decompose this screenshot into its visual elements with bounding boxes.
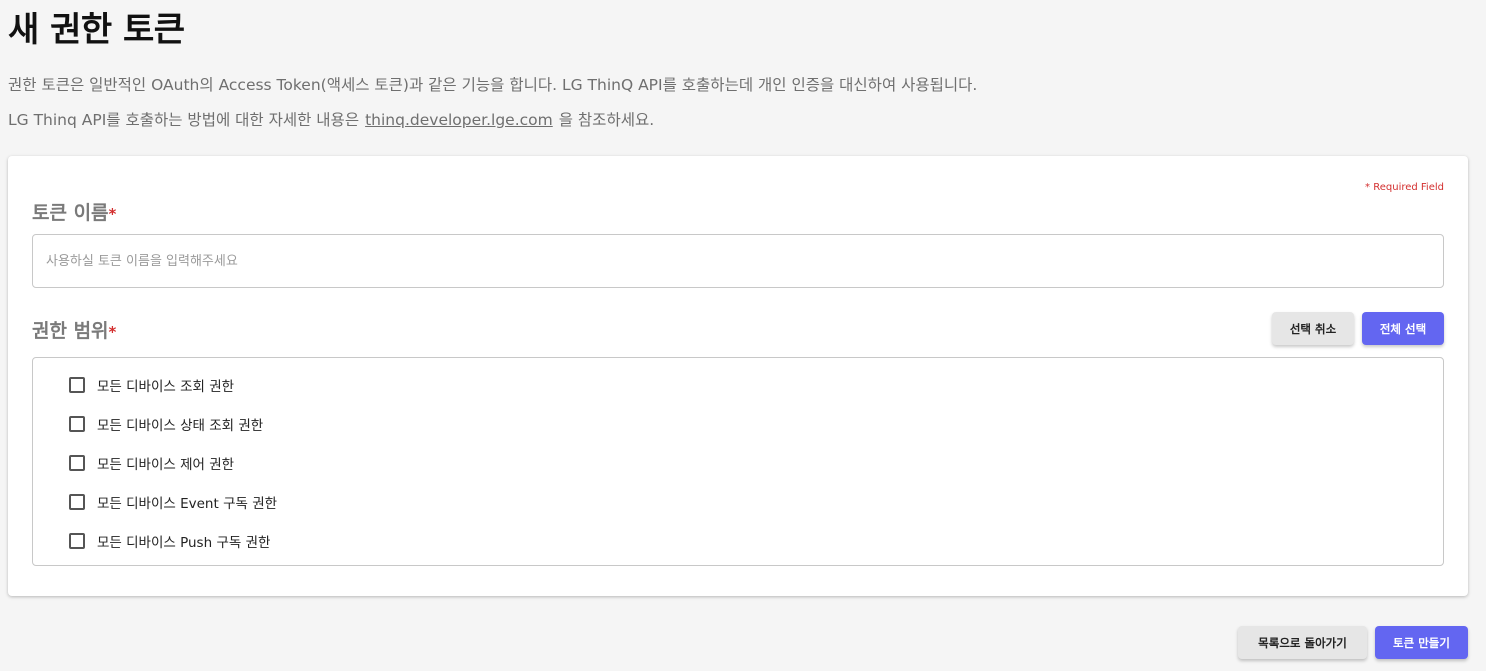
scope-item-label: 모든 디바이스 Push 구독 권한 — [97, 535, 271, 551]
checkbox[interactable] — [69, 416, 85, 432]
checkbox[interactable] — [69, 494, 85, 510]
docs-suffix: 을 참조하세요. — [558, 111, 655, 129]
token-name-input[interactable] — [32, 234, 1444, 288]
scope-item-label: 모든 디바이스 상태 조회 권한 — [97, 418, 264, 434]
page-description-docs: LG Thinq API를 호출하는 방법에 대한 자세한 내용은 thinq.d… — [8, 108, 654, 130]
scope-item-label: 모든 디바이스 조회 권한 — [97, 379, 235, 395]
checkbox[interactable] — [69, 533, 85, 549]
scope-label-text: 권한 범위 — [32, 320, 109, 342]
scope-item-push-subscribe[interactable]: 모든 디바이스 Push 구독 권한 — [69, 531, 270, 551]
create-token-button[interactable]: 토큰 만들기 — [1375, 626, 1468, 659]
scope-item-event-subscribe[interactable]: 모든 디바이스 Event 구독 권한 — [69, 492, 277, 512]
token-name-label: 토큰 이름* — [32, 198, 116, 225]
deselect-button[interactable]: 선택 취소 — [1272, 312, 1354, 345]
page-description: 권한 토큰은 일반적인 OAuth의 Access Token(액세스 토큰)과… — [8, 76, 978, 94]
token-name-label-text: 토큰 이름 — [32, 202, 109, 224]
docs-prefix: LG Thinq API를 호출하는 방법에 대한 자세한 내용은 — [8, 111, 360, 129]
scope-item-device-read[interactable]: 모든 디바이스 조회 권한 — [69, 375, 234, 395]
scope-label: 권한 범위* — [32, 316, 116, 343]
page-title: 새 권한 토큰 — [8, 10, 185, 50]
checkbox[interactable] — [69, 377, 85, 393]
scope-item-label: 모든 디바이스 Event 구독 권한 — [97, 496, 278, 512]
token-form-card: * Required Field 토큰 이름* 권한 범위* 선택 취소 전체 … — [8, 156, 1468, 596]
required-star: * — [108, 205, 117, 223]
docs-link[interactable]: thinq.developer.lge.com — [365, 111, 553, 129]
scope-item-device-status-read[interactable]: 모든 디바이스 상태 조회 권한 — [69, 414, 263, 434]
back-to-list-button[interactable]: 목록으로 돌아가기 — [1238, 626, 1367, 659]
required-field-note: * Required Field — [1365, 182, 1444, 193]
scope-item-label: 모든 디바이스 제어 권한 — [97, 457, 235, 473]
select-all-button[interactable]: 전체 선택 — [1362, 312, 1444, 345]
scope-list: 모든 디바이스 조회 권한 모든 디바이스 상태 조회 권한 모든 디바이스 제… — [32, 357, 1444, 566]
scope-item-device-control[interactable]: 모든 디바이스 제어 권한 — [69, 453, 234, 473]
checkbox[interactable] — [69, 455, 85, 471]
required-star: * — [108, 323, 117, 341]
